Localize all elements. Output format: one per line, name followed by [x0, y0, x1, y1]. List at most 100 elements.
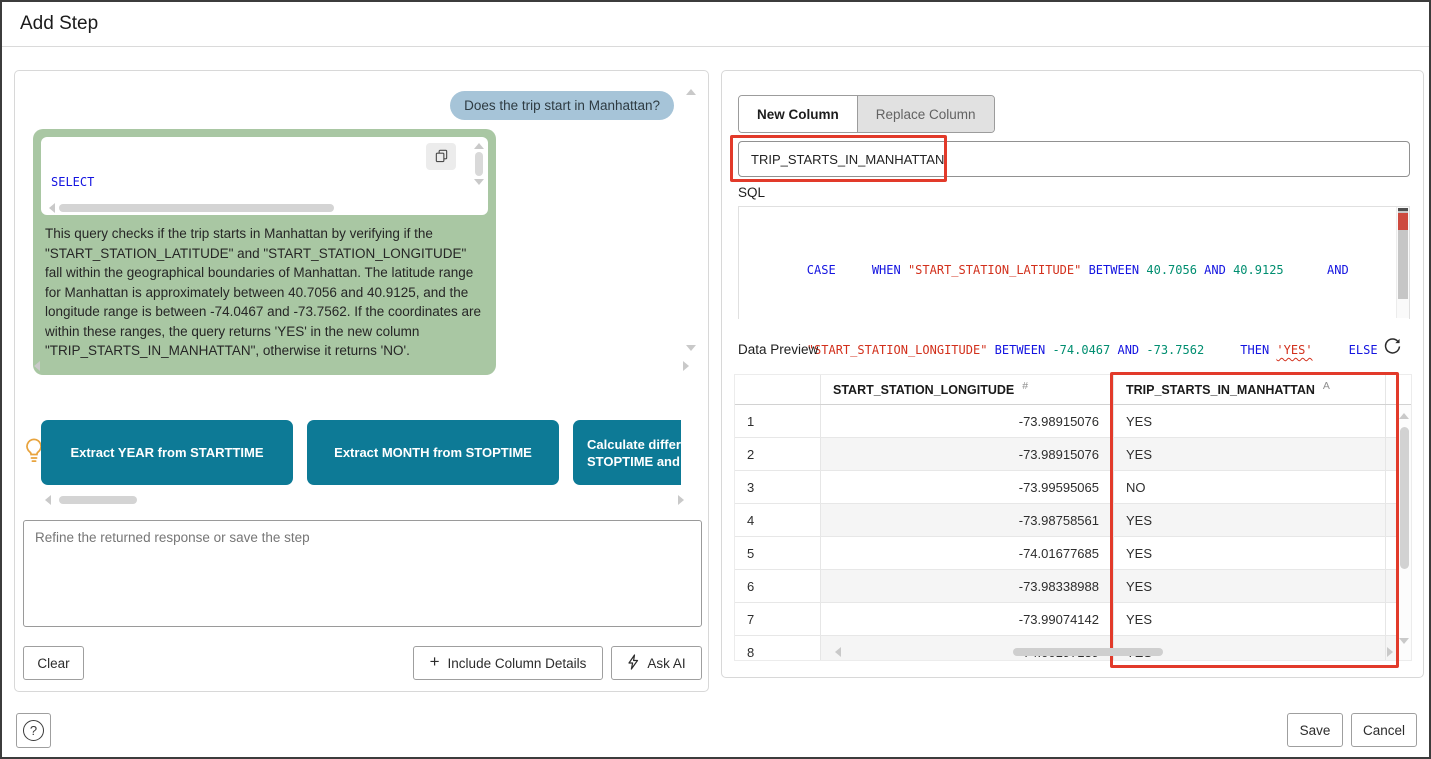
suggestion-label: Extract MONTH from STOPTIME: [334, 444, 532, 461]
sql-token: "START_STATION_LONGITUDE": [807, 343, 988, 357]
chat-scroll-up-icon[interactable]: [686, 89, 696, 95]
suggestion-button-extract-year[interactable]: Extract YEAR from STARTTIME: [41, 420, 293, 485]
row-number-cell: 8: [735, 636, 821, 661]
numeric-type-icon: #: [1022, 380, 1028, 392]
ask-ai-label: Ask AI: [647, 656, 685, 671]
scroll-down-icon[interactable]: [474, 179, 484, 185]
tab-new-column[interactable]: New Column: [739, 96, 858, 132]
suggestion-label: STOPTIME and S: [587, 453, 681, 470]
refine-response-input[interactable]: [23, 520, 702, 627]
ask-ai-button[interactable]: Ask AI: [611, 646, 702, 680]
include-column-details-button[interactable]: + Include Column Details: [413, 646, 603, 680]
scroll-down-icon[interactable]: [1399, 638, 1409, 644]
column-mode-tabs: New Column Replace Column: [738, 95, 995, 133]
refresh-icon: [1383, 344, 1402, 359]
scroll-thumb[interactable]: [59, 496, 137, 504]
spacer-cell: [1386, 375, 1399, 404]
copy-code-button[interactable]: [426, 143, 456, 170]
chat-scroll-right-icon[interactable]: [683, 361, 689, 371]
scroll-thumb[interactable]: [475, 152, 483, 176]
table-vertical-scrollbar[interactable]: [1397, 405, 1411, 660]
refresh-button[interactable]: [1379, 335, 1405, 361]
table-row: 7 -73.99074142 YES: [735, 603, 1411, 636]
trip-cell: YES: [1114, 438, 1386, 470]
data-preview-table: START_STATION_LONGITUDE # TRIP_STARTS_IN…: [734, 374, 1412, 661]
longitude-cell: -73.98915076: [821, 405, 1114, 437]
scroll-thumb[interactable]: [1013, 648, 1163, 656]
sql-token: -74.0467: [1052, 343, 1110, 357]
error-marker: [1398, 213, 1408, 230]
help-icon: ?: [23, 720, 44, 741]
tab-replace-column[interactable]: Replace Column: [858, 96, 994, 132]
trip-cell: NO: [1114, 471, 1386, 503]
column-header-label: START_STATION_LONGITUDE: [833, 383, 1014, 397]
longitude-cell: -73.99074142: [821, 603, 1114, 635]
sql-token: AND: [1327, 263, 1349, 277]
sql-token: THEN: [1240, 343, 1276, 357]
scroll-thumb[interactable]: [1400, 427, 1409, 569]
chat-scroll-left-icon[interactable]: [34, 361, 40, 371]
table-row: 4 -73.98758561 YES: [735, 504, 1411, 537]
sql-token: BETWEEN: [987, 343, 1052, 357]
sql-token: 40.7056: [1146, 263, 1197, 277]
scroll-right-icon[interactable]: [1387, 647, 1393, 657]
scroll-up-icon[interactable]: [1399, 413, 1409, 419]
suggestions-scrollbar[interactable]: [45, 495, 684, 505]
sql-token: ELSE: [1349, 343, 1378, 357]
scroll-left-icon[interactable]: [45, 495, 51, 505]
suggestion-button-calculate-difference[interactable]: Calculate differen STOPTIME and S: [573, 420, 681, 485]
trip-cell: YES: [1114, 537, 1386, 569]
scroll-thumb[interactable]: [59, 204, 334, 212]
longitude-cell: -73.99595065: [821, 471, 1114, 503]
column-header-trip[interactable]: TRIP_STARTS_IN_MANHATTAN A: [1114, 375, 1386, 404]
sql-token: 40.9125: [1233, 263, 1284, 277]
column-name-input[interactable]: [738, 141, 1410, 177]
save-label: Save: [1300, 723, 1331, 738]
row-number-cell: 1: [735, 405, 821, 437]
row-number-cell: 3: [735, 471, 821, 503]
sql-vertical-scrollbar[interactable]: [1396, 207, 1409, 318]
sql-section-label: SQL: [738, 185, 765, 200]
row-number-cell: 2: [735, 438, 821, 470]
row-number-cell: 6: [735, 570, 821, 602]
clear-button[interactable]: Clear: [23, 646, 84, 680]
sql-token: BETWEEN: [1081, 263, 1146, 277]
table-row: 2 -73.98915076 YES: [735, 438, 1411, 471]
suggestion-button-extract-month[interactable]: Extract MONTH from STOPTIME: [307, 420, 559, 485]
cancel-button[interactable]: Cancel: [1351, 713, 1417, 747]
ai-explanation-text: This query checks if the trip starts in …: [33, 219, 496, 369]
lightning-icon: [627, 654, 639, 673]
sql-token: -73.7562: [1146, 343, 1204, 357]
scroll-left-icon[interactable]: [49, 203, 55, 213]
save-button[interactable]: Save: [1287, 713, 1343, 747]
longitude-cell: -74.01677685: [821, 537, 1114, 569]
clear-label: Clear: [37, 656, 69, 671]
table-row: 1 -73.98915076 YES: [735, 405, 1411, 438]
table-row: 5 -74.01677685 YES: [735, 537, 1411, 570]
column-header-longitude[interactable]: START_STATION_LONGITUDE #: [821, 375, 1114, 404]
trip-cell: YES: [1114, 405, 1386, 437]
column-header-label: TRIP_STARTS_IN_MANHATTAN: [1126, 383, 1315, 397]
table-row: 3 -73.99595065 NO: [735, 471, 1411, 504]
row-number-cell: 5: [735, 537, 821, 569]
code-horizontal-scrollbar[interactable]: [49, 203, 466, 212]
scroll-right-icon[interactable]: [678, 495, 684, 505]
ai-code-snippet: SELECT CASE WHEN "START_STATION_LATITUDE…: [41, 137, 488, 215]
ai-response-bubble: SELECT CASE WHEN "START_STATION_LATITUDE…: [33, 129, 496, 375]
longitude-cell: -73.98915076: [821, 438, 1114, 470]
table-horizontal-scrollbar[interactable]: [835, 647, 1393, 657]
sql-token: [1284, 263, 1327, 277]
table-row: 6 -73.98338988 YES: [735, 570, 1411, 603]
chat-scroll-down-icon[interactable]: [686, 345, 696, 351]
help-button[interactable]: ?: [16, 713, 51, 748]
scroll-up-icon[interactable]: [474, 143, 484, 149]
ai-chat-panel: Does the trip start in Manhattan? SELECT…: [14, 70, 709, 692]
sql-editor[interactable]: CASE WHEN "START_STATION_LATITUDE" BETWE…: [738, 206, 1410, 319]
suggestion-label: Calculate differen: [587, 436, 681, 453]
code-vertical-scrollbar[interactable]: [474, 143, 484, 185]
sql-token: [1313, 343, 1349, 357]
trip-cell: YES: [1114, 570, 1386, 602]
suggestion-label: Extract YEAR from STARTTIME: [70, 444, 263, 461]
scroll-left-icon[interactable]: [835, 647, 841, 657]
sql-token: AND: [1197, 263, 1233, 277]
